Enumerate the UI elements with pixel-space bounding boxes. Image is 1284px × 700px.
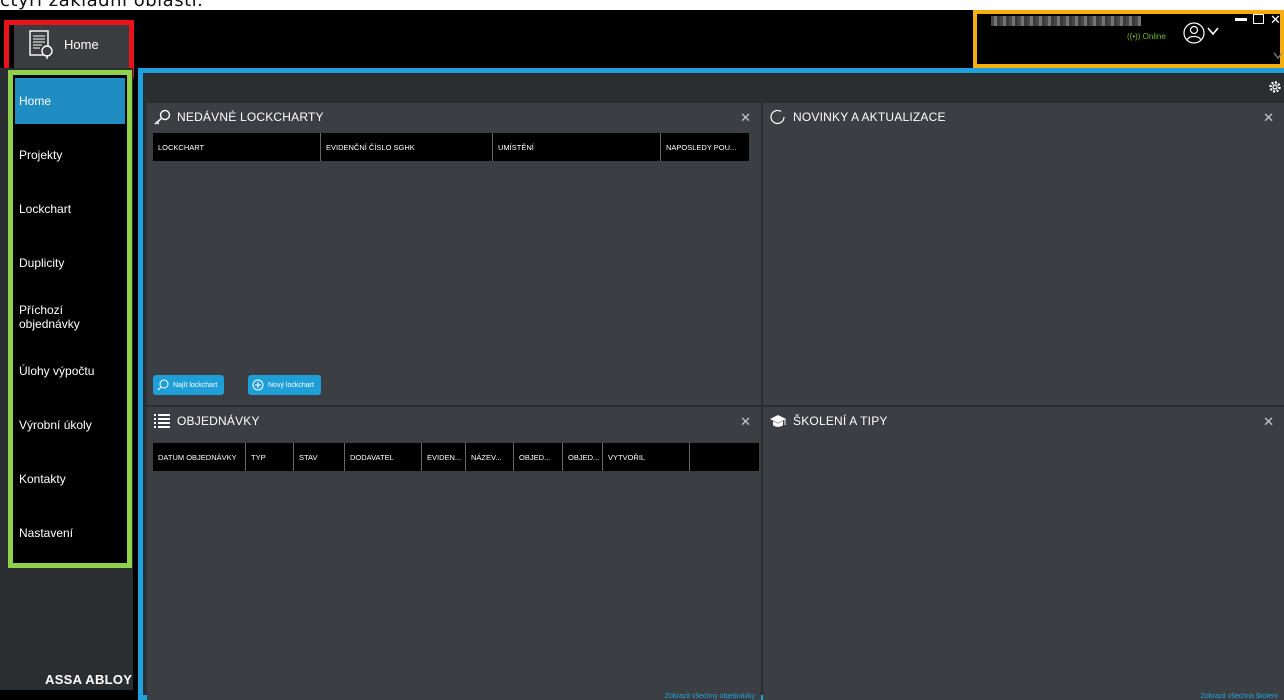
panel-orders: OBJEDNÁVKY ✕ DATUM OBJEDNÁVKY TYP STAV D…	[147, 407, 761, 700]
screenshot: čtyři základní oblasti. Home Home Projek…	[0, 0, 1284, 700]
column-header[interactable]: DATUM OBJEDNÁVKY	[153, 443, 246, 471]
account-area: ((•)) Online ✕	[973, 10, 1284, 68]
search-icon	[157, 379, 169, 391]
panel-news: NOVINKY A AKTUALIZACE ✕	[763, 103, 1284, 405]
nav-item-label: Nastavení	[19, 526, 74, 540]
list-icon	[154, 414, 170, 428]
panel-title: NEDÁVNÉ LOCKCHARTY	[153, 109, 324, 125]
column-header[interactable]: OBJED...	[563, 443, 603, 471]
new-lockchart-label: Nový lockchart	[268, 381, 314, 389]
panel-title: OBJEDNÁVKY	[153, 413, 260, 429]
column-header[interactable]: OBJED...	[514, 443, 563, 471]
home-button[interactable]: Home	[14, 20, 131, 68]
close-panel-button[interactable]: ✕	[740, 110, 751, 126]
chevron-down-icon[interactable]	[1207, 26, 1219, 36]
column-header[interactable]	[690, 443, 759, 471]
nav-item-duplicity[interactable]: Duplicity	[15, 240, 125, 286]
nav-item-home[interactable]: Home	[15, 78, 125, 124]
gear-icon[interactable]	[1268, 80, 1282, 94]
nav-item-label: Duplicity	[19, 256, 65, 270]
navigation-menu: Home Projekty Lockchart Duplicity Přícho…	[8, 70, 132, 568]
brand-logo: ASSA ABLOY	[45, 672, 133, 687]
column-header[interactable]: NAPOSLEDY POU...	[661, 133, 749, 161]
panel-title-text: OBJEDNÁVKY	[177, 414, 260, 428]
key-icon	[154, 109, 171, 125]
graduation-cap-icon	[770, 415, 786, 427]
panel-training: ŠKOLENÍ A TIPY ✕ Zobrazit všechna školen…	[763, 407, 1284, 700]
new-lockchart-button[interactable]: Nový lockchart	[248, 375, 321, 395]
nav-item-kontakty[interactable]: Kontakty	[15, 456, 125, 502]
nav-item-prichozi-objednavky[interactable]: Příchozí objednávky	[15, 294, 125, 340]
caption-text: čtyři základní oblasti.	[0, 0, 204, 11]
panel-title: NOVINKY A AKTUALIZACE	[769, 109, 946, 125]
nav-item-label: Projekty	[19, 148, 63, 162]
user-icon[interactable]	[1183, 22, 1205, 44]
close-window-button[interactable]: ✕	[1270, 12, 1281, 28]
column-header[interactable]: TYP	[246, 443, 294, 471]
find-lockchart-label: Najít lockchart	[173, 381, 218, 389]
column-header[interactable]: STAV	[294, 443, 345, 471]
nav-item-ulohy-vypoctu[interactable]: Úlohy výpočtu	[15, 348, 125, 394]
column-header[interactable]: EVIDENČNÍ ČÍSLO SGHK	[321, 133, 493, 161]
column-header[interactable]: NÁZEV...	[466, 443, 514, 471]
nav-item-label: Úlohy výpočtu	[19, 364, 95, 378]
close-panel-button[interactable]: ✕	[1263, 110, 1274, 126]
panel-title-text: ŠKOLENÍ A TIPY	[793, 414, 888, 428]
column-header[interactable]: DODAVATEL	[345, 443, 422, 471]
column-header[interactable]: VYTVOŘIL	[603, 443, 690, 471]
online-status: ((•)) Online	[1127, 32, 1166, 41]
lockchart-table-header: LOCKCHART EVIDENČNÍ ČÍSLO SGHK UMÍSTĚNÍ …	[153, 133, 749, 161]
show-all-trainings-link[interactable]: Zobrazit všechna školení	[1201, 693, 1278, 700]
nav-item-lockchart[interactable]: Lockchart	[15, 186, 125, 232]
nav-item-nastaveni[interactable]: Nastavení	[15, 510, 125, 556]
nav-item-label: Výrobní úkoly	[19, 418, 92, 432]
home-button-label: Home	[64, 36, 99, 52]
main-dashboard: NEDÁVNÉ LOCKCHARTY ✕ LOCKCHART EVIDENČNÍ…	[138, 68, 1284, 700]
column-header[interactable]: EVIDEN...	[422, 443, 466, 471]
nav-item-label: Lockchart	[19, 202, 72, 216]
nav-item-label: Příchozí objednávky	[19, 303, 80, 331]
refresh-icon	[770, 109, 785, 125]
close-panel-button[interactable]: ✕	[740, 414, 751, 430]
find-lockchart-button[interactable]: Najít lockchart	[153, 375, 225, 395]
nav-item-label: Home	[19, 94, 52, 108]
lockchart-document-icon	[29, 30, 53, 59]
chevron-down-icon[interactable]	[1273, 52, 1283, 60]
panel-title-text: NOVINKY A AKTUALIZACE	[793, 110, 946, 124]
show-all-orders-link[interactable]: Zobrazit všechny objednávky	[665, 693, 755, 700]
panel-title: ŠKOLENÍ A TIPY	[769, 413, 888, 429]
orders-table-header: DATUM OBJEDNÁVKY TYP STAV DODAVATEL EVID…	[153, 443, 759, 471]
redacted-username	[991, 16, 1141, 26]
minimize-button[interactable]	[1235, 18, 1247, 21]
column-header[interactable]: UMÍSTĚNÍ	[493, 133, 661, 161]
nav-item-vyrobni-ukoly[interactable]: Výrobní úkoly	[15, 402, 125, 448]
column-header[interactable]: LOCKCHART	[153, 133, 321, 161]
close-panel-button[interactable]: ✕	[1263, 414, 1274, 430]
plus-circle-icon	[252, 379, 264, 391]
nav-item-label: Kontakty	[19, 472, 66, 486]
nav-item-projekty[interactable]: Projekty	[15, 132, 125, 178]
panel-recent-lockcharts: NEDÁVNÉ LOCKCHARTY ✕ LOCKCHART EVIDENČNÍ…	[147, 103, 761, 405]
panel-title-text: NEDÁVNÉ LOCKCHARTY	[177, 110, 324, 124]
maximize-button[interactable]	[1253, 14, 1264, 24]
